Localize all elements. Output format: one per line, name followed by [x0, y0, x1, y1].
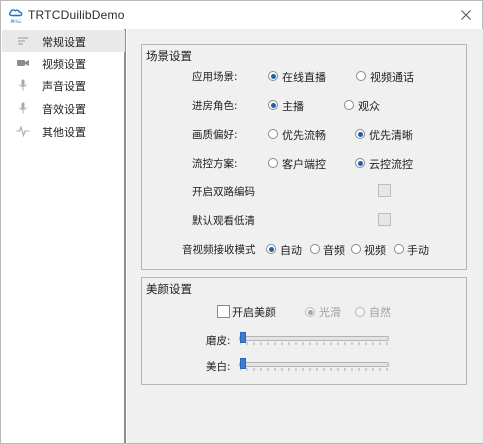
radio-label: 云控流控	[369, 158, 413, 171]
radio-label: 主播	[282, 100, 304, 113]
close-icon[interactable]	[457, 6, 475, 24]
radio-audience[interactable]	[344, 100, 354, 110]
tencent-cloud-logo-icon: 腾讯云	[8, 9, 23, 24]
radio-label: 音频	[323, 244, 345, 257]
radio-label: 在线直播	[282, 71, 326, 84]
default-low-quality-checkbox[interactable]	[378, 213, 391, 226]
radio-label: 观众	[358, 100, 380, 113]
radio-prefer-clear[interactable]	[355, 129, 365, 139]
radio-label: 光滑	[319, 306, 341, 319]
microphone-icon	[19, 102, 27, 114]
sidebar-item-label: 视频设置	[42, 58, 86, 71]
beauty-settings-group: 美颜设置 开启美颜 光滑 自然 磨皮: 美白:	[141, 277, 467, 385]
window-title: TRTCDuilibDemo	[28, 8, 125, 22]
flow-control-label: 流控方案:	[192, 158, 238, 170]
radio-receive-video[interactable]	[351, 244, 361, 254]
group-title: 场景设置	[146, 49, 192, 63]
smooth-label: 磨皮:	[206, 335, 231, 347]
title-bar: 腾讯云 TRTCDuilibDemo	[1, 1, 482, 29]
radio-label: 优先流畅	[282, 129, 326, 142]
radio-prefer-smooth[interactable]	[268, 129, 278, 139]
sidebar-item-general[interactable]: 常规设置	[2, 30, 125, 52]
enable-beauty-label: 开启美颜	[232, 306, 276, 319]
radio-receive-audio[interactable]	[310, 244, 320, 254]
pulse-icon	[16, 125, 30, 137]
radio-video-call[interactable]	[356, 71, 366, 81]
radio-client-control[interactable]	[268, 158, 278, 168]
settings-window: 腾讯云 TRTCDuilibDemo 常规设置 视频设置 声音设置 音效设置 其…	[0, 0, 483, 444]
radio-label: 优先清晰	[369, 129, 413, 142]
smooth-slider-thumb[interactable]	[240, 332, 246, 343]
group-title: 美颜设置	[146, 282, 192, 296]
radio-label: 视频通话	[370, 71, 414, 84]
radio-smooth-style[interactable]	[305, 307, 315, 317]
svg-text:腾讯云: 腾讯云	[11, 19, 22, 24]
whiten-label: 美白:	[206, 361, 231, 373]
role-label: 进房角色:	[192, 100, 238, 112]
microphone-icon	[19, 79, 27, 91]
sidebar-item-label: 其他设置	[42, 126, 86, 139]
radio-label: 手动	[407, 244, 429, 257]
list-icon	[18, 37, 28, 45]
smooth-slider-ticks	[240, 342, 388, 345]
quality-label: 画质偏好:	[192, 129, 238, 141]
default-low-quality-label: 默认观看低清	[192, 215, 255, 227]
sidebar-item-label: 常规设置	[42, 36, 86, 49]
radio-receive-auto[interactable]	[266, 244, 276, 254]
scene-settings-group: 场景设置 应用场景: 在线直播 视频通话 进房角色: 主播 观众 画质偏好: 优…	[141, 44, 467, 270]
video-camera-icon	[17, 60, 29, 66]
radio-label: 客户端控	[282, 158, 326, 171]
dual-stream-checkbox[interactable]	[378, 184, 391, 197]
sidebar-item-label: 音效设置	[42, 103, 86, 116]
app-scene-label: 应用场景:	[192, 71, 238, 83]
radio-natural-style[interactable]	[355, 307, 365, 317]
sidebar-item-label: 声音设置	[42, 80, 86, 93]
radio-live-broadcast[interactable]	[268, 71, 278, 81]
radio-cloud-control[interactable]	[355, 158, 365, 168]
settings-sidebar: 常规设置 视频设置 声音设置 音效设置 其他设置	[1, 29, 126, 443]
radio-label: 视频	[364, 244, 386, 257]
whiten-slider[interactable]	[239, 362, 389, 367]
whiten-slider-thumb[interactable]	[240, 358, 246, 369]
settings-content: 场景设置 应用场景: 在线直播 视频通话 进房角色: 主播 观众 画质偏好: 优…	[127, 29, 483, 443]
enable-beauty-checkbox[interactable]	[217, 305, 230, 318]
dual-stream-label: 开启双路编码	[192, 186, 255, 198]
receive-mode-label: 音视频接收模式	[182, 244, 256, 256]
radio-label: 自动	[280, 244, 302, 257]
radio-label: 自然	[369, 306, 391, 319]
radio-anchor[interactable]	[268, 100, 278, 110]
sidebar-item-video[interactable]: 视频设置	[2, 52, 125, 74]
sidebar-item-sound-effects[interactable]: 音效设置	[2, 97, 125, 119]
sidebar-item-other[interactable]: 其他设置	[2, 120, 125, 142]
radio-receive-manual[interactable]	[394, 244, 404, 254]
whiten-slider-ticks	[240, 368, 388, 371]
smooth-slider[interactable]	[239, 336, 389, 341]
sidebar-item-sound[interactable]: 声音设置	[2, 74, 125, 96]
